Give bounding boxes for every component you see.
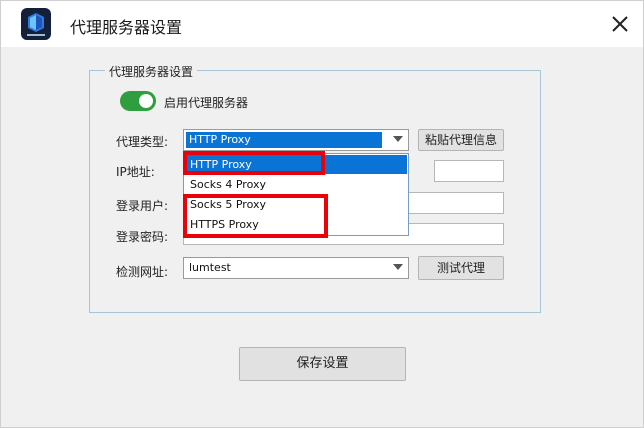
dropdown-option-socks5[interactable]: Socks 5 Proxy	[185, 195, 407, 214]
chevron-down-icon[interactable]	[393, 263, 403, 271]
app-logo-icon	[21, 8, 51, 40]
check-url-select[interactable]: lumtest	[183, 257, 409, 279]
close-icon[interactable]	[605, 9, 635, 39]
port-field[interactable]	[434, 160, 504, 182]
window-title: 代理服务器设置	[70, 18, 183, 37]
proxy-type-select[interactable]: HTTP Proxy	[183, 129, 409, 151]
paste-proxy-info-button[interactable]: 粘贴代理信息	[418, 129, 504, 151]
dropdown-option-socks4[interactable]: Socks 4 Proxy	[185, 175, 407, 194]
check-url-label: 检测网址:	[116, 265, 169, 279]
proxy-settings-window: 代理服务器设置 代理服务器设置 启用代理服务器 代理类型: HTTP Proxy…	[0, 0, 644, 428]
login-user-label: 登录用户:	[116, 199, 169, 213]
toggle-knob	[139, 94, 153, 108]
save-settings-button[interactable]: 保存设置	[239, 347, 406, 381]
login-password-label: 登录密码:	[116, 230, 169, 244]
chevron-down-icon[interactable]	[393, 135, 403, 143]
proxy-type-value: HTTP Proxy	[186, 132, 382, 148]
title-bar: 代理服务器设置	[1, 1, 643, 47]
proxy-type-label: 代理类型:	[116, 135, 169, 149]
proxy-type-dropdown-list: HTTP Proxy Socks 4 Proxy Socks 5 Proxy H…	[183, 153, 409, 236]
dropdown-option-http[interactable]: HTTP Proxy	[185, 155, 407, 174]
check-url-value: lumtest	[189, 261, 231, 274]
enable-proxy-toggle[interactable]	[120, 91, 156, 111]
dropdown-option-https[interactable]: HTTPS Proxy	[185, 215, 407, 234]
group-legend: 代理服务器设置	[105, 63, 198, 80]
ip-address-label: IP地址:	[116, 165, 155, 179]
test-proxy-button[interactable]: 测试代理	[418, 256, 504, 280]
enable-proxy-label: 启用代理服务器	[164, 96, 249, 110]
